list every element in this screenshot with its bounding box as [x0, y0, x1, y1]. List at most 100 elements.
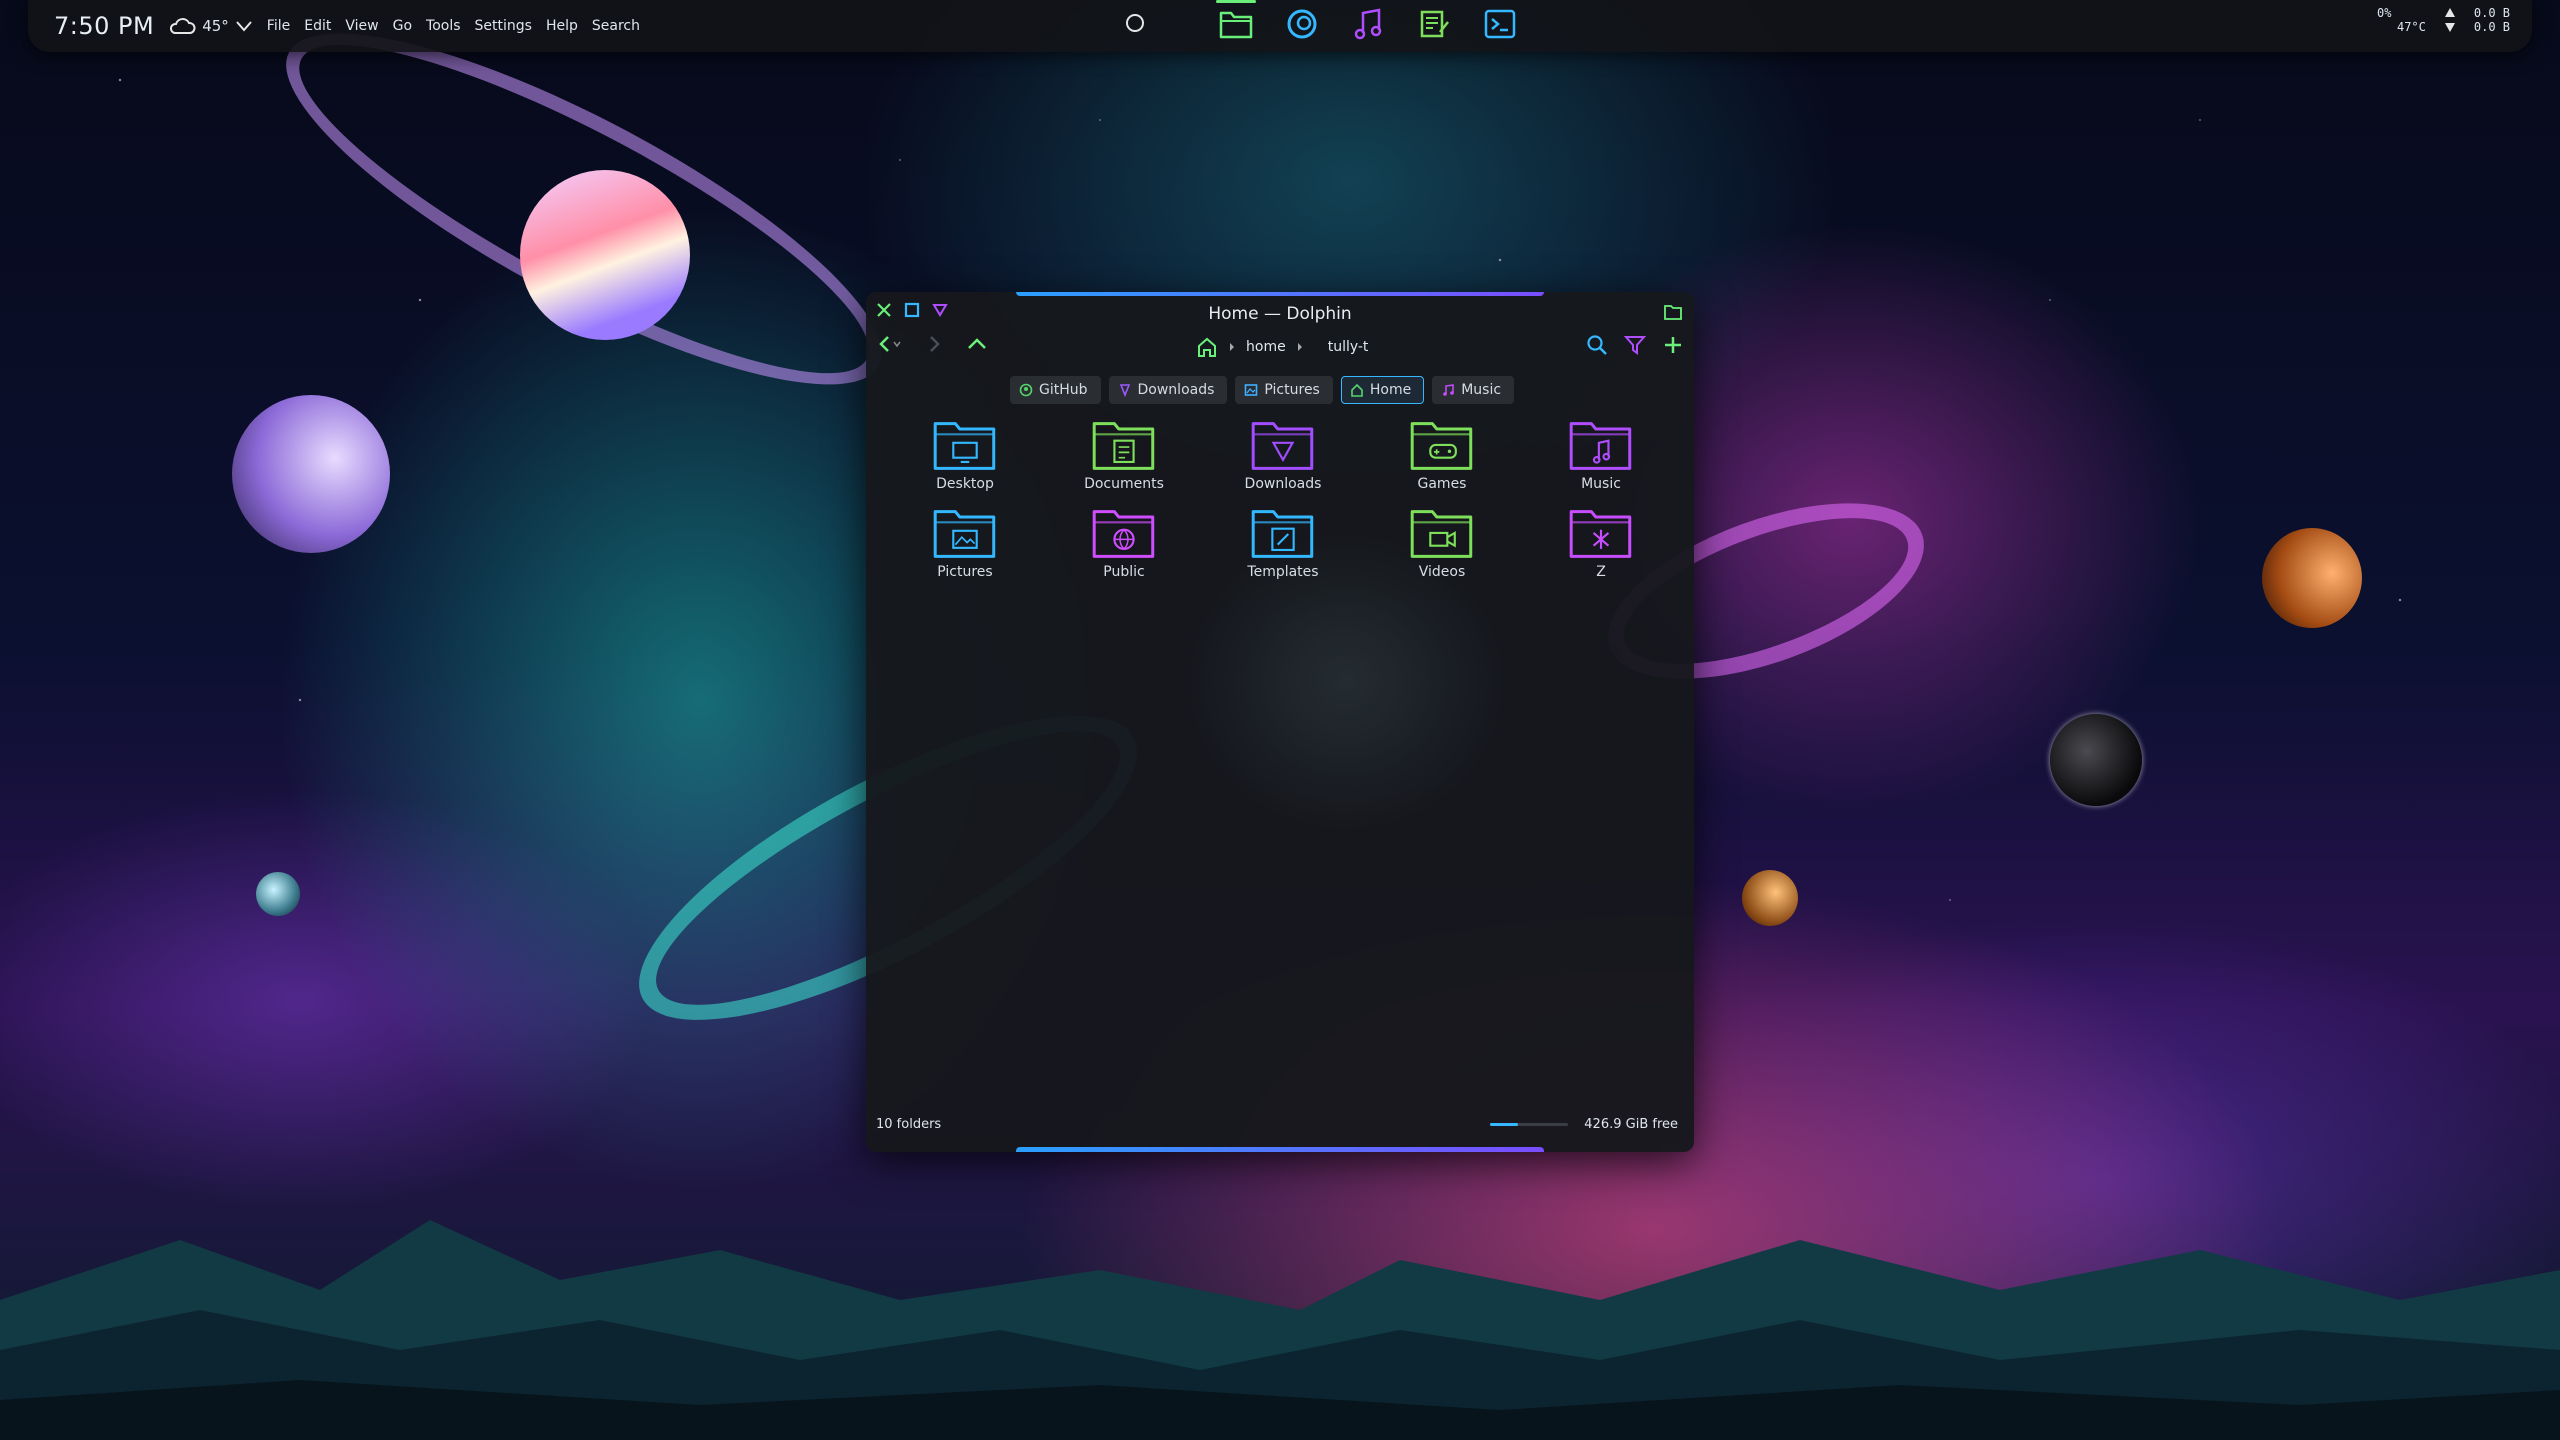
- back-icon[interactable]: [878, 334, 902, 354]
- folder-label: Videos: [1418, 564, 1466, 580]
- folder-tile[interactable]: Templates: [1224, 506, 1342, 580]
- place-label: Music: [1461, 382, 1502, 398]
- place-label: Downloads: [1137, 382, 1215, 398]
- folder-tile[interactable]: Music: [1542, 418, 1660, 492]
- folder-public-icon: [1092, 510, 1155, 558]
- window-title: Home — Dolphin: [1208, 304, 1352, 324]
- menu-view[interactable]: View: [345, 18, 378, 34]
- breadcrumb-user[interactable]: tully-t: [1328, 339, 1369, 355]
- disk-usage-meter: [1490, 1123, 1569, 1126]
- places-bar: GitHub Downloads Pictures Home Music: [1010, 376, 1515, 404]
- chevron-down-icon[interactable]: [235, 19, 253, 33]
- title-bar[interactable]: Home — Dolphin: [866, 292, 1694, 328]
- up-icon[interactable]: [966, 334, 988, 354]
- folder-documents-icon: [1092, 422, 1155, 470]
- folder-tile[interactable]: Pictures: [906, 506, 1024, 580]
- global-menu: File Edit View Go Tools Settings Help Se…: [267, 18, 640, 34]
- place-music[interactable]: Music: [1432, 376, 1515, 404]
- place-pictures[interactable]: Pictures: [1235, 376, 1333, 404]
- folder-label: Games: [1417, 476, 1467, 492]
- planet-orange-small: [1742, 870, 1798, 926]
- title-accent-bar: [1016, 292, 1544, 296]
- place-label: Pictures: [1264, 382, 1320, 398]
- chevron-right-icon: [1230, 343, 1234, 351]
- dolphin-window: Home — Dolphin home tully-t GitHub Downl…: [866, 292, 1694, 1152]
- folder-label: Documents: [1084, 476, 1164, 492]
- folder-templates-icon: [1251, 510, 1314, 558]
- browser-icon: [1287, 9, 1317, 39]
- weather-widget[interactable]: 45°: [168, 16, 253, 36]
- status-text: 10 folders: [876, 1117, 942, 1132]
- net-up: 0.0 B: [2473, 6, 2510, 20]
- menu-file[interactable]: File: [267, 18, 290, 34]
- search-icon[interactable]: [1586, 334, 1608, 356]
- bottom-accent-bar: [1016, 1147, 1544, 1152]
- folder-tile[interactable]: Z: [1542, 506, 1660, 580]
- toolbar-actions: [1586, 334, 1684, 356]
- folder-tile[interactable]: Public: [1065, 506, 1183, 580]
- planet-small-left: [256, 872, 300, 916]
- breadcrumb-home[interactable]: home: [1246, 339, 1286, 355]
- text-editor-icon: [1420, 10, 1449, 38]
- menu-help[interactable]: Help: [546, 18, 578, 34]
- planet-purple-left: [232, 395, 390, 553]
- dock-text-editor[interactable]: [1416, 6, 1452, 42]
- music-icon: [1443, 384, 1455, 396]
- place-label: Home: [1369, 382, 1412, 398]
- weather-temp: 45°: [202, 17, 229, 35]
- home-icon[interactable]: [1196, 336, 1218, 358]
- disk-usage-fill: [1490, 1123, 1518, 1126]
- folder-menu-icon[interactable]: [1664, 304, 1682, 320]
- system-monitor[interactable]: 0% 47°C 0.0 B 0.0 B: [2377, 6, 2510, 34]
- menu-go[interactable]: Go: [393, 18, 412, 34]
- folder-z-icon: [1569, 510, 1632, 558]
- folder-label: Pictures: [937, 564, 993, 580]
- folder-tile[interactable]: Desktop: [906, 418, 1024, 492]
- cpu-temp: 47°C: [2396, 20, 2426, 34]
- dock-music-player[interactable]: [1350, 6, 1386, 42]
- github-icon: [1019, 383, 1033, 397]
- free-space-text: 426.9 GiB free: [1584, 1117, 1678, 1132]
- cloud-icon: [170, 18, 196, 34]
- home-icon: [1351, 383, 1363, 397]
- clock[interactable]: 7:50 PM: [54, 12, 154, 40]
- place-github[interactable]: GitHub: [1010, 376, 1101, 404]
- mountain-silhouette: [0, 1220, 2560, 1440]
- folder-label: Desktop: [936, 476, 994, 492]
- folder-icon: [1219, 11, 1253, 39]
- cpu-monitor: 0% 47°C: [2377, 6, 2426, 34]
- filter-icon[interactable]: [1624, 334, 1646, 356]
- menu-edit[interactable]: Edit: [304, 18, 331, 34]
- menu-tools[interactable]: Tools: [426, 18, 461, 34]
- free-space-indicator: 426.9 GiB free: [1490, 1117, 1678, 1132]
- top-panel: 7:50 PM 45° File Edit View Go Tools Sett…: [28, 0, 2532, 52]
- planet-dark-right: [2050, 714, 2142, 806]
- navigation-buttons: [878, 334, 988, 354]
- dock-browser[interactable]: [1284, 6, 1320, 42]
- place-downloads[interactable]: Downloads: [1108, 376, 1228, 404]
- folder-label: Z: [1596, 564, 1606, 580]
- net-down: 0.0 B: [2473, 20, 2510, 34]
- plus-icon[interactable]: [1662, 334, 1684, 356]
- folder-tile[interactable]: Videos: [1383, 506, 1501, 580]
- overview-button[interactable]: [1126, 14, 1144, 32]
- folder-grid: Desktop Documents Downloads Games Music Pictu…: [906, 418, 1660, 580]
- planet-orange-right: [2262, 528, 2362, 628]
- folder-downloads-icon: [1251, 422, 1314, 470]
- folder-label: Downloads: [1244, 476, 1322, 492]
- picture-icon: [1245, 384, 1258, 396]
- folder-music-icon: [1569, 422, 1632, 470]
- planet-striped-top: [520, 170, 690, 340]
- folder-tile[interactable]: Games: [1383, 418, 1501, 492]
- menu-settings[interactable]: Settings: [475, 18, 532, 34]
- place-label: GitHub: [1039, 382, 1088, 398]
- folder-tile[interactable]: Downloads: [1224, 418, 1342, 492]
- breadcrumb: home tully-t: [1196, 336, 1368, 358]
- menu-search[interactable]: Search: [592, 18, 640, 34]
- network-monitor: 0.0 B 0.0 B: [2474, 6, 2510, 34]
- forward-icon[interactable]: [924, 334, 944, 354]
- place-home[interactable]: Home: [1340, 376, 1425, 404]
- folder-tile[interactable]: Documents: [1065, 418, 1183, 492]
- dock-terminal[interactable]: [1482, 6, 1518, 42]
- dock-file-manager[interactable]: [1216, 0, 1256, 42]
